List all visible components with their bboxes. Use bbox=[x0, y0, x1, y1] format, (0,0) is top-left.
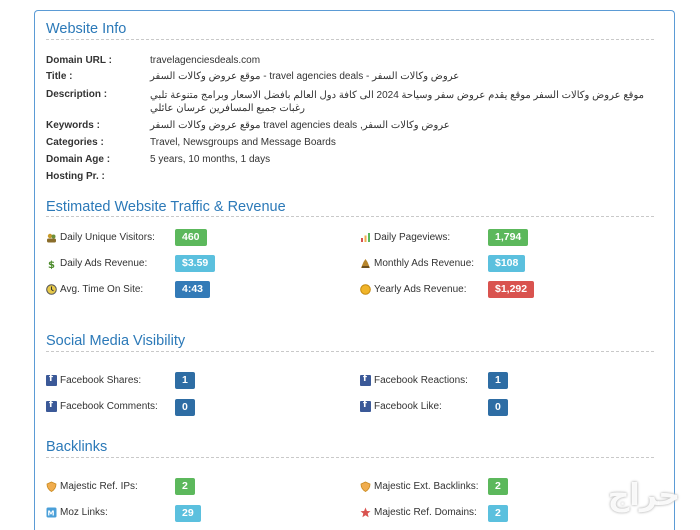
daily-pageviews: Daily Pageviews: bbox=[360, 232, 450, 243]
facebook-icon bbox=[360, 374, 371, 386]
daily-pageviews-badge: 1,794 bbox=[488, 229, 529, 246]
monthly-ads-revenue-label: Monthly Ads Revenue: bbox=[374, 258, 475, 269]
majestic-ref-domains-badge: 2 bbox=[488, 505, 508, 522]
yearly-ads-revenue-badge: $1,292 bbox=[488, 281, 535, 298]
social-title: Social Media Visibility bbox=[46, 333, 186, 349]
domain-url-value: travelagenciesdeals.com bbox=[150, 55, 261, 66]
facebook-like-label: Facebook Like: bbox=[374, 401, 442, 412]
daily-pageviews-label: Daily Pageviews: bbox=[374, 232, 451, 243]
svg-text:M: M bbox=[48, 510, 55, 518]
section-divider bbox=[46, 216, 654, 217]
daily-unique-visitors-label: Daily Unique Visitors: bbox=[60, 232, 155, 243]
hosting-pr-label: Hosting Pr. : bbox=[46, 171, 105, 182]
facebook-like: Facebook Like: bbox=[360, 400, 442, 412]
domain-url-label: Domain URL : bbox=[46, 55, 112, 66]
yearly-ads-revenue-label: Yearly Ads Revenue: bbox=[374, 284, 467, 295]
daily-unique-visitors: Daily Unique Visitors: bbox=[46, 232, 155, 243]
moz-links: M Moz Links: bbox=[46, 507, 108, 518]
svg-text:$: $ bbox=[48, 260, 55, 269]
facebook-reactions: Facebook Reactions: bbox=[360, 374, 468, 386]
title-label: Title : bbox=[46, 71, 73, 82]
moz-links-badge: 29 bbox=[175, 505, 201, 522]
pageviews-icon bbox=[360, 232, 371, 243]
website-info-title: Website Info bbox=[46, 21, 127, 37]
shield-icon bbox=[360, 481, 371, 492]
keywords-value: عروض وكالات السفر, travel agencies deals… bbox=[150, 120, 450, 131]
daily-unique-visitors-badge: 460 bbox=[175, 229, 207, 246]
website-info-panel: Website Info Domain URL : travelagencies… bbox=[34, 10, 675, 530]
facebook-comments-label: Facebook Comments: bbox=[60, 401, 158, 412]
facebook-icon bbox=[360, 400, 371, 412]
majestic-ext-backlinks-label: Majestic Ext. Backlinks: bbox=[374, 481, 479, 492]
facebook-shares: Facebook Shares: bbox=[46, 374, 142, 386]
moz-icon: M bbox=[46, 507, 57, 518]
watermark-logo: حراج bbox=[607, 478, 680, 513]
monthly-ads-revenue-badge: $108 bbox=[488, 255, 526, 272]
description-label: Description : bbox=[46, 89, 108, 100]
categories-value: Travel, Newsgroups and Message Boards bbox=[150, 137, 336, 148]
visitors-icon bbox=[46, 232, 57, 243]
domain-age-value: 5 years, 10 months, 1 days bbox=[150, 154, 271, 165]
money-bag-icon bbox=[360, 258, 371, 269]
monthly-ads-revenue: Monthly Ads Revenue: bbox=[360, 258, 474, 269]
coin-icon bbox=[360, 284, 371, 295]
backlinks-title: Backlinks bbox=[46, 439, 108, 455]
traffic-title: Estimated Website Traffic & Revenue bbox=[46, 199, 286, 215]
categories-label: Categories : bbox=[46, 137, 104, 148]
moz-links-label: Moz Links: bbox=[60, 507, 108, 518]
facebook-shares-badge: 1 bbox=[175, 372, 195, 389]
yearly-ads-revenue: Yearly Ads Revenue: bbox=[360, 284, 466, 295]
majestic-ref-domains: Majestic Ref. Domains: bbox=[360, 507, 477, 518]
title-value: عروض وكالات السفر - travel agencies deal… bbox=[150, 71, 460, 82]
daily-ads-revenue-badge: $3.59 bbox=[175, 255, 216, 272]
description-value: موقع عروض وكالات السفر موقع يقدم عروض سف… bbox=[150, 90, 644, 114]
avg-time-on-site-badge: 4:43 bbox=[175, 281, 211, 298]
facebook-shares-label: Facebook Shares: bbox=[60, 375, 142, 386]
majestic-ext-backlinks-badge: 2 bbox=[488, 478, 508, 495]
daily-ads-revenue: $ Daily Ads Revenue: bbox=[46, 258, 148, 271]
facebook-comments-badge: 0 bbox=[175, 399, 195, 416]
facebook-icon bbox=[46, 400, 57, 412]
facebook-icon bbox=[46, 374, 57, 386]
avg-time-on-site-label: Avg. Time On Site: bbox=[60, 284, 144, 295]
keywords-label: Keywords : bbox=[46, 120, 100, 131]
star-icon bbox=[360, 507, 371, 518]
shield-icon bbox=[46, 481, 57, 492]
majestic-ext-backlinks: Majestic Ext. Backlinks: bbox=[360, 481, 478, 492]
majestic-ref-ips-label: Majestic Ref. IPs: bbox=[60, 481, 138, 492]
section-divider bbox=[46, 457, 654, 458]
avg-time-on-site: Avg. Time On Site: bbox=[46, 284, 143, 295]
domain-age-label: Domain Age : bbox=[46, 154, 111, 165]
majestic-ref-ips-badge: 2 bbox=[175, 478, 195, 495]
majestic-ref-domains-label: Majestic Ref. Domains: bbox=[374, 507, 477, 518]
clock-icon bbox=[46, 284, 57, 295]
dollar-icon: $ bbox=[46, 258, 57, 271]
majestic-ref-ips: Majestic Ref. IPs: bbox=[46, 481, 138, 492]
facebook-comments: Facebook Comments: bbox=[46, 400, 158, 412]
section-divider bbox=[46, 351, 654, 352]
facebook-reactions-badge: 1 bbox=[488, 372, 508, 389]
section-divider bbox=[46, 39, 654, 40]
facebook-like-badge: 0 bbox=[488, 399, 508, 416]
daily-ads-revenue-label: Daily Ads Revenue: bbox=[60, 258, 148, 269]
facebook-reactions-label: Facebook Reactions: bbox=[374, 375, 468, 386]
